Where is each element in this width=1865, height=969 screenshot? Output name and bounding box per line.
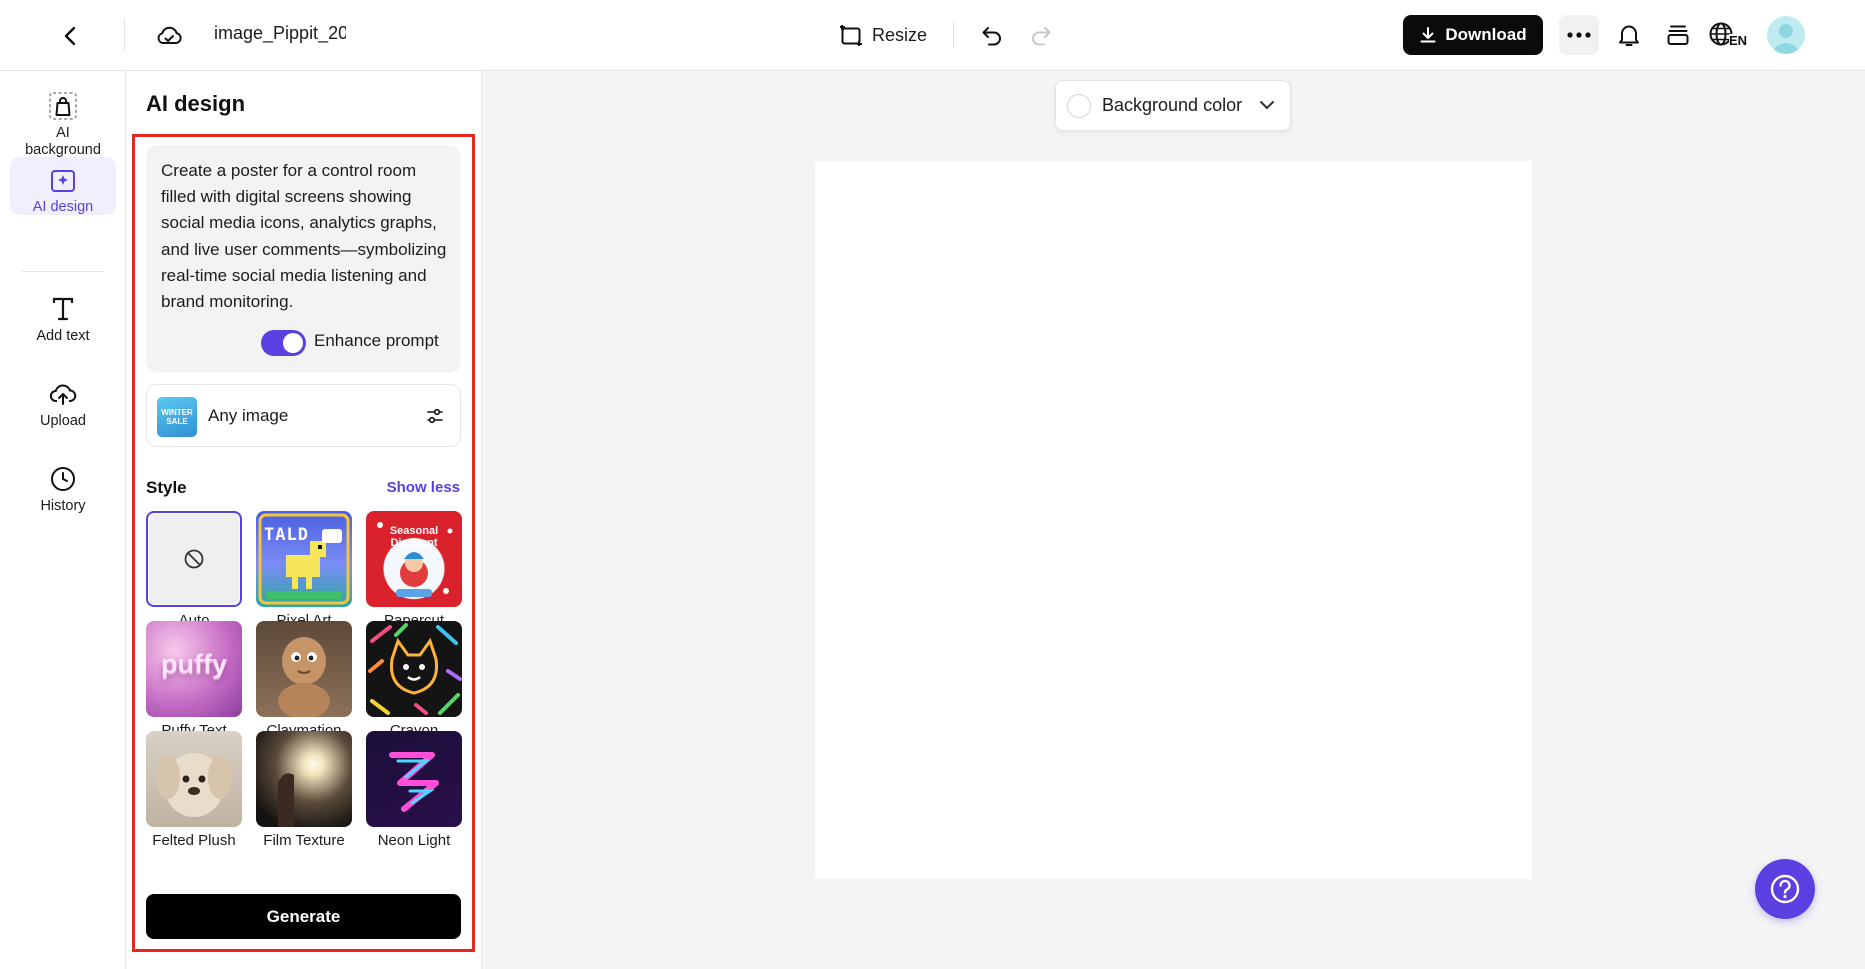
layers-icon (1667, 25, 1689, 45)
divider (953, 22, 954, 48)
resize-icon (840, 25, 862, 46)
tool-rail: AI background AI design Add text Upload H… (0, 71, 126, 969)
ai-design-icon (46, 165, 80, 197)
bell-icon (1619, 25, 1639, 46)
chevron-left-icon (64, 26, 76, 46)
color-swatch (1067, 93, 1091, 118)
language-button[interactable]: EN (1708, 17, 1752, 53)
cloud-save-icon[interactable] (152, 19, 186, 53)
download-button[interactable]: Download (1403, 15, 1543, 55)
avatar[interactable] (1767, 16, 1805, 54)
file-name[interactable]: image_Pippit_20 (214, 23, 346, 44)
divider (124, 18, 125, 52)
back-button[interactable] (54, 19, 88, 53)
download-icon (1420, 27, 1436, 43)
rail-item-ai-background[interactable]: AI background (10, 89, 116, 167)
more-options-button[interactable] (1559, 15, 1599, 55)
language-code: EN (1729, 33, 1748, 48)
rail-label: Add text (36, 328, 90, 344)
upload-icon (46, 377, 80, 411)
divider (22, 271, 104, 272)
clock-icon (46, 462, 80, 496)
highlight-box (132, 134, 475, 952)
resize-button[interactable]: Resize (838, 17, 927, 53)
rail-item-history[interactable]: History (10, 462, 116, 520)
panel-title: AI design (146, 91, 246, 116)
chevron-down-icon (1260, 101, 1274, 109)
ellipsis-icon (1567, 32, 1591, 38)
rail-item-ai-design[interactable]: AI design (10, 157, 116, 215)
undo-button[interactable] (975, 19, 1009, 53)
rail-label: AI design (32, 199, 94, 215)
undo-icon (982, 27, 1001, 46)
download-label: Download (1445, 25, 1527, 44)
rail-label: AI background (25, 125, 101, 158)
redo-icon (1032, 27, 1051, 46)
bag-icon (46, 89, 80, 123)
rail-label: Upload (40, 413, 86, 429)
help-icon (1770, 874, 1800, 904)
help-button[interactable] (1755, 859, 1815, 919)
resize-label: Resize (872, 24, 928, 45)
text-icon (46, 292, 80, 326)
top-bar: image_Pippit_20 Resize Download EN (0, 0, 1865, 71)
rail-label: History (40, 498, 86, 514)
rail-item-upload[interactable]: Upload (10, 377, 116, 435)
notifications-button[interactable] (1611, 17, 1647, 53)
ai-design-panel: AI design Create a poster for a control … (126, 71, 482, 969)
design-canvas[interactable] (815, 161, 1532, 879)
layers-button[interactable] (1660, 17, 1696, 53)
rail-item-add-text[interactable]: Add text (10, 292, 116, 350)
background-color-label: Background color (1102, 95, 1243, 115)
redo-button[interactable] (1024, 19, 1058, 53)
background-color-dropdown[interactable]: Background color (1055, 80, 1291, 131)
